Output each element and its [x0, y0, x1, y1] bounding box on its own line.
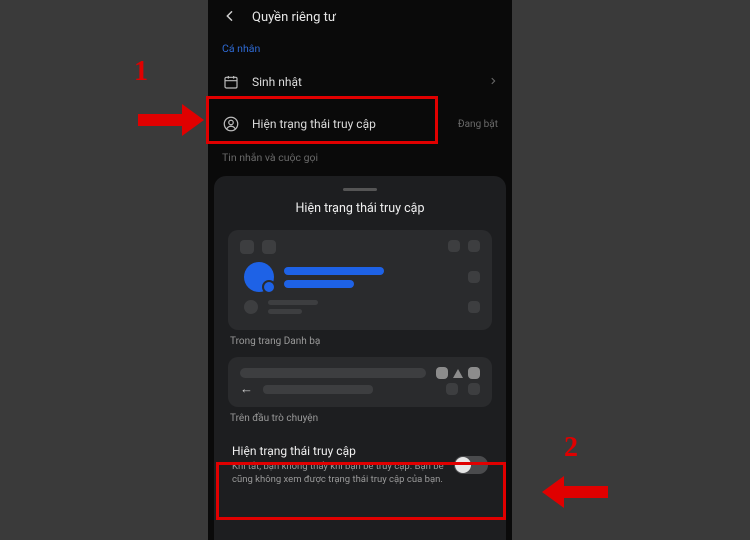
section-messages: Tin nhắn và cuộc gọi: [208, 147, 512, 172]
phone-screen: Quyền riêng tư Cá nhân Sinh nhật Hiện tr…: [208, 0, 512, 540]
row-active-status[interactable]: Hiện trạng thái truy cập Đang bật: [208, 101, 512, 147]
active-status-setting: Hiện trạng thái truy cập Khi tắt, bạn kh…: [228, 434, 492, 503]
chevron-right-icon: [488, 76, 498, 89]
section-personal: Cá nhân: [208, 38, 512, 63]
person-status-icon: [222, 115, 240, 133]
active-status-toggle[interactable]: [454, 456, 488, 474]
header-bar: Quyền riêng tư: [208, 0, 512, 38]
annotation-number-2: 2: [564, 432, 578, 464]
row-active-status-label: Hiện trạng thái truy cập: [252, 117, 446, 131]
page-title: Quyền riêng tư: [252, 10, 336, 25]
sheet-title: Hiện trạng thái truy cập: [228, 201, 492, 216]
annotation-arrow-1: [138, 100, 206, 140]
setting-title: Hiện trạng thái truy cập: [232, 444, 444, 458]
setting-description: Khi tắt, bạn không thấy khi bạn bè truy …: [232, 461, 444, 487]
back-icon[interactable]: [222, 8, 238, 27]
annotation-number-1: 1: [134, 56, 148, 88]
illustration-contacts-caption: Trong trang Danh bạ: [230, 336, 492, 347]
illustration-contacts: [228, 230, 492, 330]
calendar-icon: [222, 73, 240, 91]
row-active-status-value: Đang bật: [458, 119, 498, 130]
annotation-arrow-2: [540, 472, 608, 512]
sheet-handle[interactable]: [343, 188, 377, 191]
row-birthday-label: Sinh nhật: [252, 75, 476, 89]
illustration-chat-caption: Trên đầu trò chuyện: [230, 413, 492, 424]
illustration-chat-head: ←: [228, 357, 492, 407]
row-birthday[interactable]: Sinh nhật: [208, 63, 512, 101]
bottom-sheet: Hiện trạng thái truy cập: [214, 176, 506, 540]
